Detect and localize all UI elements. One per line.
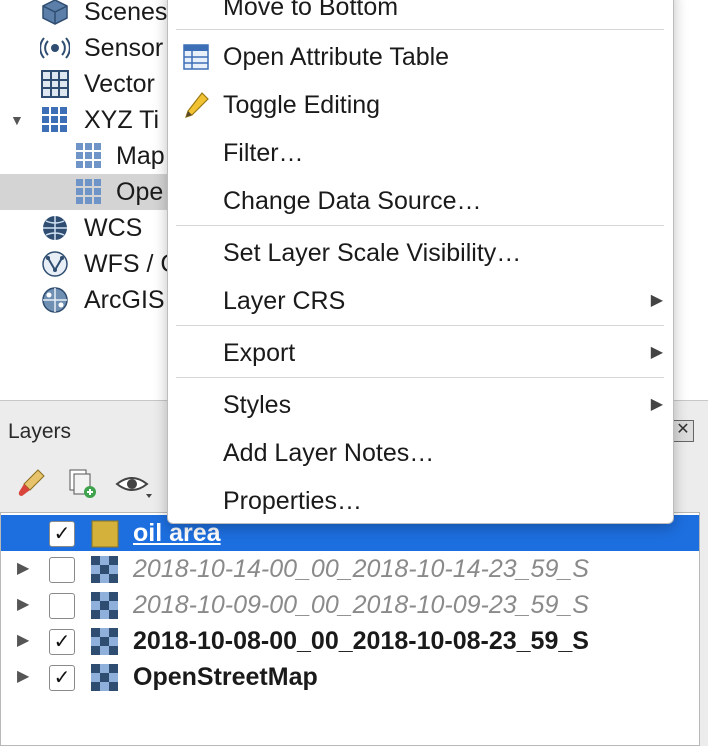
layer-row-2018-10-09[interactable]: ▶ 2018-10-09-00_00_2018-10-09-23_59_S xyxy=(1,587,699,623)
menu-item-filter[interactable]: Filter… xyxy=(168,133,673,173)
layer-context-menu: Move to Bottom Open Attribute Table Togg… xyxy=(167,0,674,524)
visibility-eye-icon[interactable] xyxy=(114,466,152,502)
raster-layer-icon xyxy=(91,628,119,656)
submenu-arrow-icon: ▶ xyxy=(650,344,663,361)
layer-visibility-checkbox[interactable]: ✓ xyxy=(49,665,75,691)
close-icon[interactable]: ✕ xyxy=(672,420,694,442)
arcgis-icon xyxy=(40,286,70,314)
vector-tiles-icon xyxy=(40,70,70,98)
raster-layer-icon xyxy=(91,592,119,620)
style-brush-icon[interactable] xyxy=(14,466,50,502)
menu-separator xyxy=(176,29,664,30)
pencil-icon xyxy=(182,91,210,119)
layer-name: OpenStreetMap xyxy=(133,663,318,691)
layer-name: 2018-10-09-00_00_2018-10-09-23_59_S xyxy=(133,591,589,619)
chevron-down-icon[interactable]: ▼ xyxy=(10,102,24,138)
xyz-tiles-icon xyxy=(40,106,70,134)
menu-item-add-layer-notes[interactable]: Add Layer Notes… xyxy=(168,433,673,473)
layer-tree: ✓ oil area ▶ 2018-10-14-00_00_2018-10-14… xyxy=(0,512,700,746)
chevron-right-icon[interactable]: ▶ xyxy=(17,623,29,659)
menu-item-properties[interactable]: Properties… xyxy=(168,481,673,521)
layer-name: 2018-10-14-00_00_2018-10-14-23_59_S xyxy=(133,555,589,583)
menu-item-export[interactable]: Export ▶ xyxy=(168,333,673,373)
menu-item-open-attribute-table[interactable]: Open Attribute Table xyxy=(168,37,673,77)
scenes-icon xyxy=(40,0,70,26)
layer-name: 2018-10-08-00_00_2018-10-08-23_59_S xyxy=(133,627,589,655)
menu-separator xyxy=(176,377,664,378)
submenu-arrow-icon: ▶ xyxy=(650,292,663,309)
polygon-layer-icon xyxy=(91,520,119,548)
sensor-icon xyxy=(39,34,71,62)
menu-separator xyxy=(176,225,664,226)
wcs-globe-icon xyxy=(40,214,70,242)
submenu-arrow-icon: ▶ xyxy=(650,396,663,413)
layer-row-openstreetmap[interactable]: ▶ ✓ OpenStreetMap xyxy=(1,659,699,695)
chevron-right-icon[interactable]: ▶ xyxy=(17,551,29,587)
layer-row-2018-10-14[interactable]: ▶ 2018-10-14-00_00_2018-10-14-23_59_S xyxy=(1,551,699,587)
layer-visibility-checkbox[interactable]: ✓ xyxy=(49,629,75,655)
add-group-icon[interactable] xyxy=(64,466,100,502)
chevron-right-icon[interactable]: ▶ xyxy=(17,587,29,623)
layers-panel-title: Layers xyxy=(8,420,72,443)
chevron-right-icon[interactable]: ▶ xyxy=(17,659,29,695)
menu-item-set-layer-scale-visibility[interactable]: Set Layer Scale Visibility… xyxy=(168,233,673,273)
tile-grid-icon xyxy=(74,142,104,170)
menu-item-toggle-editing[interactable]: Toggle Editing xyxy=(168,85,673,125)
menu-separator xyxy=(176,325,664,326)
menu-item-styles[interactable]: Styles ▶ xyxy=(168,385,673,425)
layer-visibility-checkbox[interactable] xyxy=(49,593,75,619)
menu-item-layer-crs[interactable]: Layer CRS ▶ xyxy=(168,281,673,321)
menu-item-move-to-bottom[interactable]: Move to Bottom xyxy=(168,0,673,27)
layer-row-2018-10-08[interactable]: ▶ ✓ 2018-10-08-00_00_2018-10-08-23_59_S xyxy=(1,623,699,659)
attribute-table-icon xyxy=(182,43,210,71)
layer-visibility-checkbox[interactable]: ✓ xyxy=(49,521,75,547)
menu-item-change-data-source[interactable]: Change Data Source… xyxy=(168,181,673,221)
layer-visibility-checkbox[interactable] xyxy=(49,557,75,583)
raster-layer-icon xyxy=(91,664,119,692)
raster-layer-icon xyxy=(91,556,119,584)
tile-grid-icon xyxy=(74,178,104,206)
wfs-icon xyxy=(40,250,70,278)
browser-item-openstreetmap[interactable]: Ope xyxy=(0,174,170,210)
